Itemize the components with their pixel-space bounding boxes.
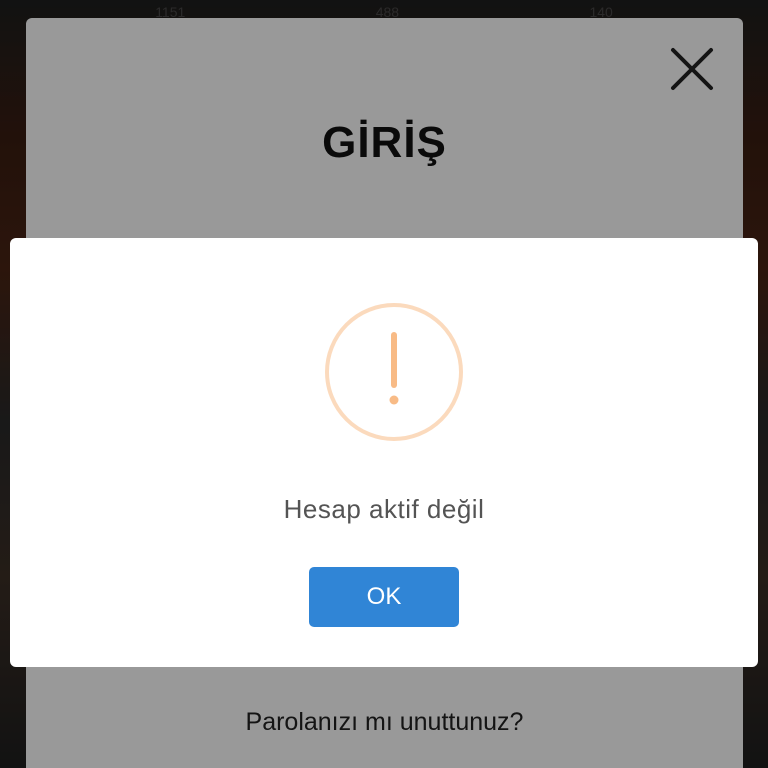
warning-icon xyxy=(324,302,464,442)
alert-message: Hesap aktif değil xyxy=(283,494,485,524)
alert-dialog: Hesap aktif değil OK xyxy=(10,238,758,667)
ok-button[interactable]: OK xyxy=(309,567,459,627)
